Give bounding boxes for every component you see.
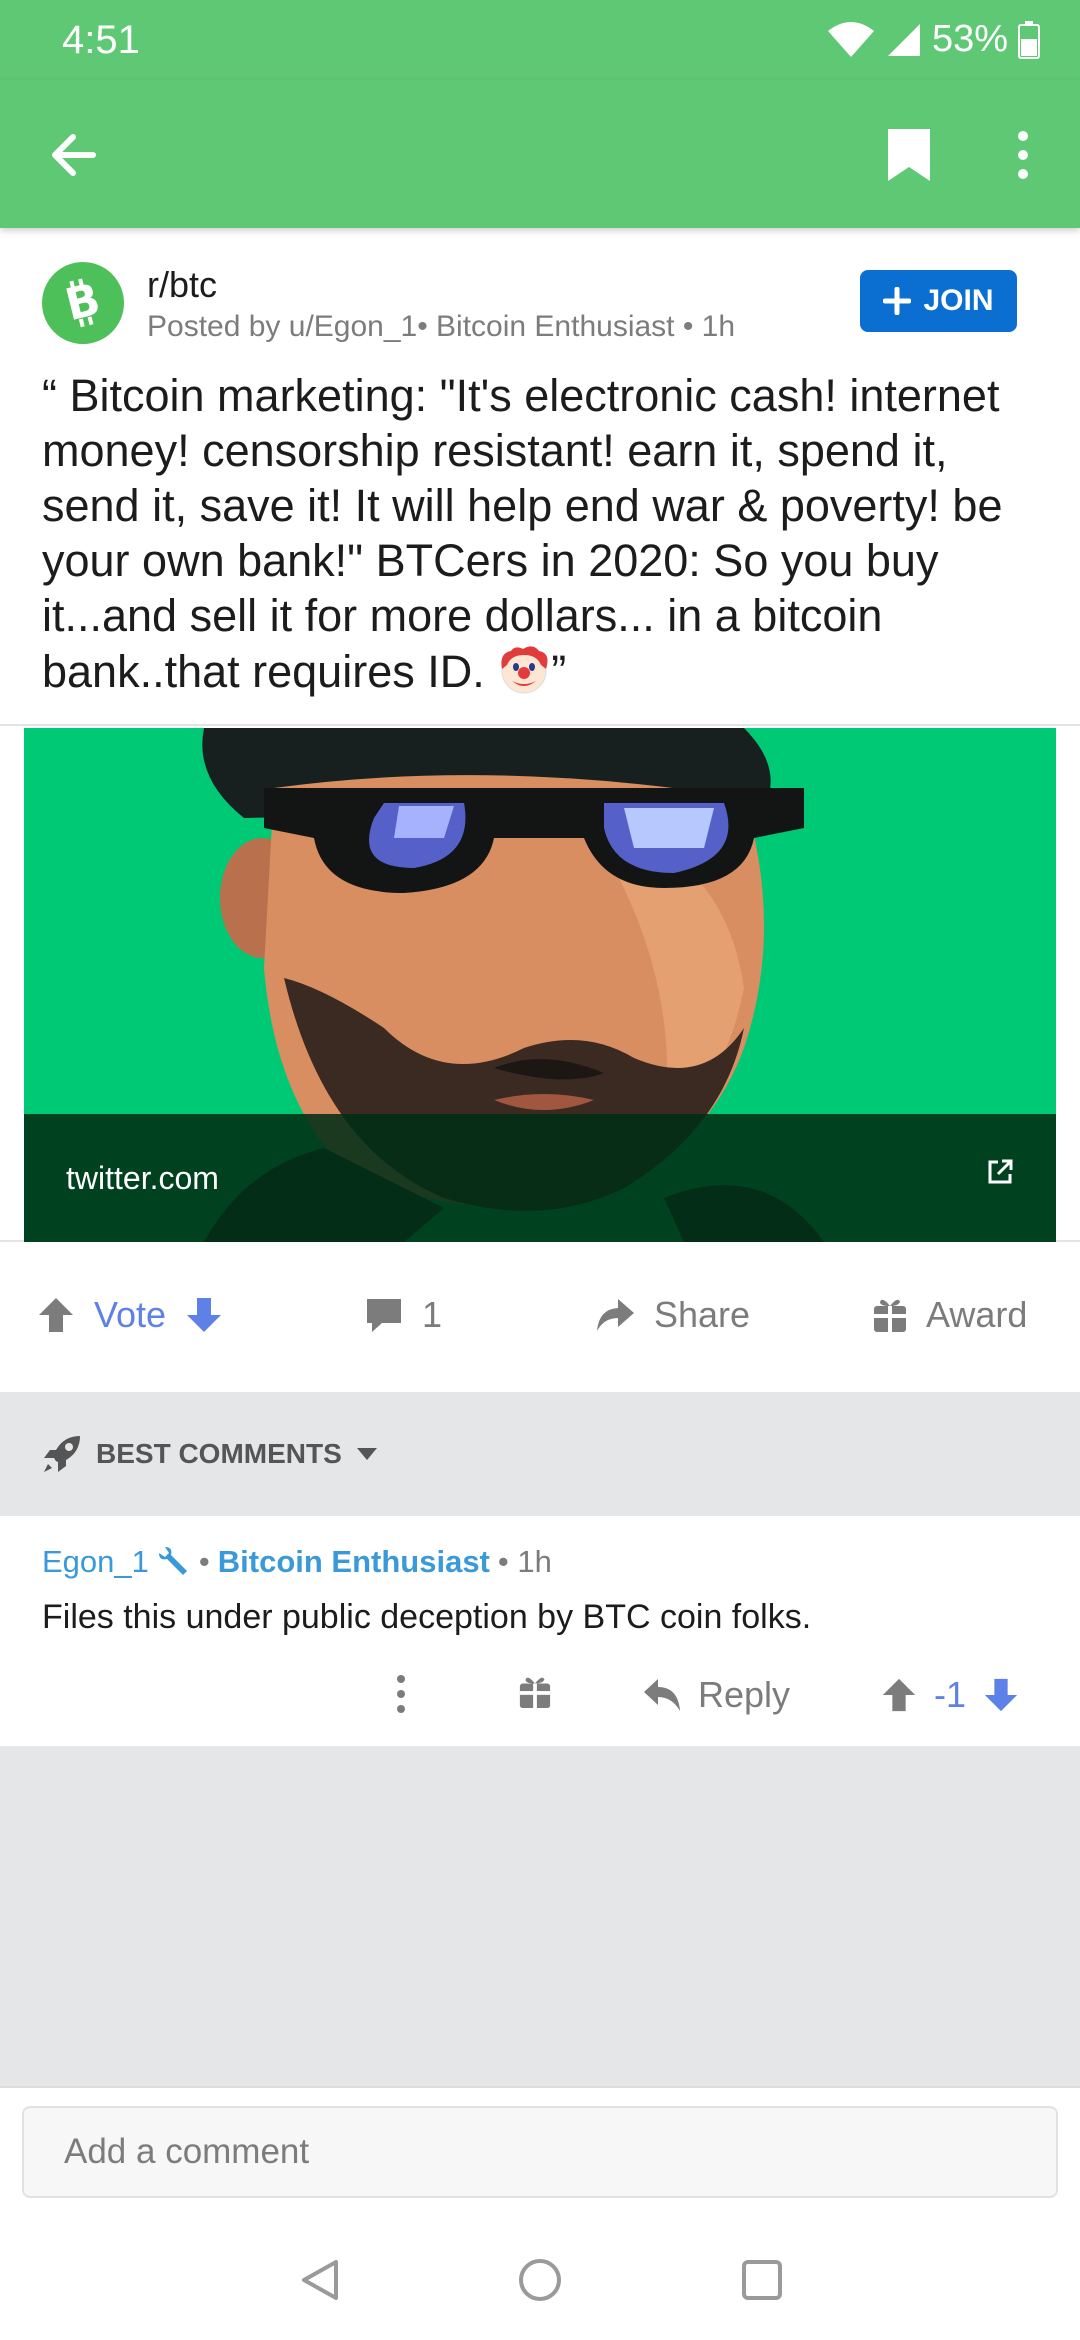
sort-selector[interactable]: BEST COMMENTS (42, 1434, 378, 1474)
reply-icon (644, 1679, 680, 1711)
caret-down-icon (356, 1448, 377, 1460)
award-label: Award (926, 1294, 1028, 1335)
comment-age: • 1h (497, 1544, 552, 1579)
comment-meta-separator: • (198, 1544, 210, 1579)
plus-icon (883, 287, 912, 315)
system-nav-bar (0, 2210, 1080, 2340)
nav-recents-button[interactable] (732, 2250, 792, 2310)
post-title-end: ” (551, 646, 567, 697)
upvote-icon[interactable] (880, 1676, 918, 1714)
bookmark-button[interactable] (874, 120, 944, 190)
subreddit-avatar[interactable]: B (42, 262, 124, 344)
award-button[interactable]: Award (872, 1294, 1027, 1336)
rocket-icon (44, 1436, 80, 1472)
comment-flair: Bitcoin Enthusiast (217, 1544, 490, 1579)
vote-label: Vote (94, 1294, 167, 1335)
wifi-icon (827, 21, 874, 57)
comments-empty-area (0, 1746, 1080, 2086)
comment-actions: Reply -1 (0, 1664, 1080, 1744)
subreddit-name[interactable]: r/btc (147, 264, 217, 306)
reply-label: Reply (698, 1674, 791, 1715)
downvote-icon[interactable] (982, 1676, 1020, 1714)
comment-meta: Egon_1 • Bitcoin Enthusiast • 1h (42, 1544, 552, 1580)
nav-home-button[interactable] (510, 2250, 570, 2310)
link-caption-bar: twitter.com (24, 1114, 1056, 1242)
gift-icon (874, 1299, 906, 1332)
comment-sort-bar: BEST COMMENTS (0, 1392, 1080, 1516)
join-label: JOIN (923, 284, 994, 317)
link-domain: twitter.com (66, 1160, 219, 1196)
comment-item[interactable]: Egon_1 • Bitcoin Enthusiast • 1h Files t… (0, 1516, 1080, 1746)
post-meta: Posted by u/Egon_1• Bitcoin Enthusiast •… (147, 310, 736, 343)
comments-button[interactable]: 1 (364, 1294, 442, 1336)
bitcoin-cash-logo: B (60, 274, 105, 332)
link-preview-card[interactable]: twitter.com (0, 724, 1080, 1242)
vote-control: Vote (36, 1294, 224, 1336)
reply-button[interactable]: Reply (642, 1674, 790, 1716)
top-app-bar (0, 80, 1080, 228)
clown-emoji-icon (501, 646, 548, 694)
battery-icon (1018, 20, 1040, 59)
upvote-icon[interactable] (36, 1295, 76, 1335)
status-time: 4:51 (62, 18, 140, 62)
bookmark-icon (888, 129, 930, 181)
nav-back-icon (302, 2260, 338, 2300)
overflow-menu-button[interactable] (988, 120, 1058, 190)
cell-signal-icon (887, 23, 920, 56)
more-vertical-icon (397, 1675, 405, 1713)
nav-home-icon (519, 2259, 561, 2301)
external-link-icon (988, 1159, 1013, 1184)
battery-percent: 53% (931, 18, 1008, 60)
back-arrow-icon (52, 134, 96, 176)
share-arrow-icon (597, 1299, 634, 1331)
status-bar: 4:51 53% (0, 0, 1080, 80)
comment-composer: Add a comment (0, 2086, 1080, 2210)
back-button[interactable] (38, 120, 108, 190)
status-icons: 53% (826, 18, 1040, 61)
comment-score: -1 (934, 1674, 967, 1715)
more-vertical-icon (1018, 131, 1028, 179)
comment-body: Files this under public deception by BTC… (42, 1598, 812, 1636)
sort-label: BEST COMMENTS (96, 1438, 342, 1469)
nav-back-button[interactable] (290, 2250, 350, 2310)
add-comment-input[interactable]: Add a comment (22, 2106, 1058, 2198)
link-thumbnail[interactable]: twitter.com (24, 728, 1056, 1242)
comment-vote-control: -1 (880, 1674, 1020, 1716)
gift-icon (519, 1677, 551, 1709)
post-header: B r/btc Posted by u/Egon_1• Bitcoin Enth… (0, 228, 1080, 358)
join-button[interactable]: JOIN (860, 270, 1017, 332)
wrench-icon (158, 1547, 187, 1575)
comment-author[interactable]: Egon_1 (42, 1544, 149, 1580)
downvote-icon[interactable] (184, 1295, 224, 1335)
comments-count: 1 (422, 1294, 443, 1335)
post-title[interactable]: “ Bitcoin marketing: "It's electronic ca… (42, 368, 1052, 699)
comment-bubble-icon (367, 1299, 401, 1332)
comment-award-button[interactable] (518, 1674, 552, 1710)
share-button[interactable]: Share (594, 1294, 750, 1336)
comment-more-button[interactable] (396, 1674, 406, 1714)
nav-recents-icon (742, 2260, 782, 2300)
post-action-bar: Vote 1 Share Award (0, 1242, 1080, 1392)
share-label: Share (654, 1294, 751, 1335)
